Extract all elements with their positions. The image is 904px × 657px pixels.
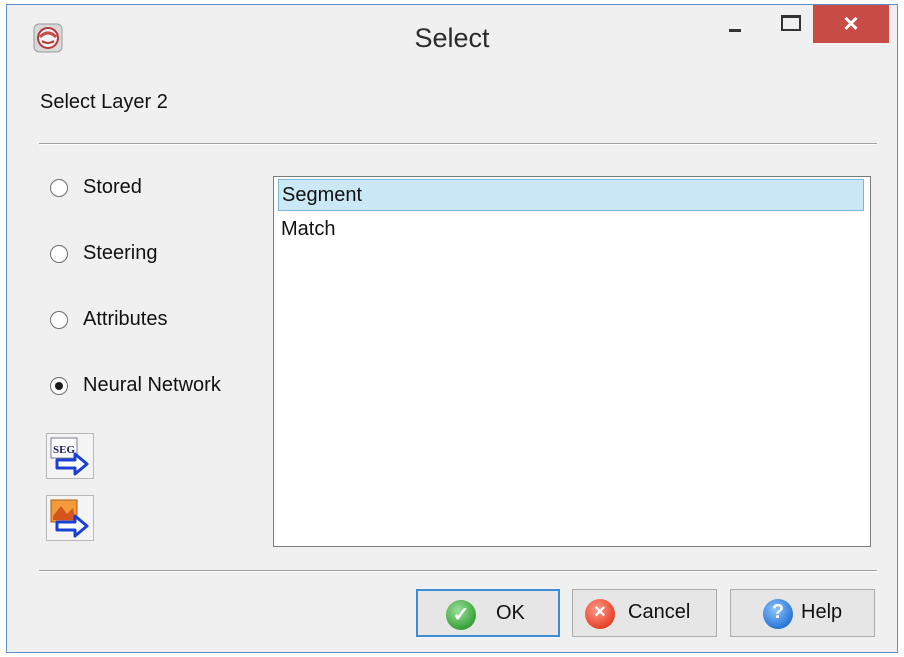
help-button[interactable]: ? Help bbox=[730, 589, 875, 637]
radio-button[interactable] bbox=[50, 377, 68, 395]
help-label: Help bbox=[801, 601, 843, 623]
cancel-icon: × bbox=[585, 599, 615, 629]
maximize-button[interactable] bbox=[767, 5, 817, 41]
layer-listbox[interactable]: Segment Match bbox=[273, 176, 871, 547]
radio-button[interactable] bbox=[50, 311, 68, 329]
help-icon: ? bbox=[763, 599, 793, 629]
radio-button[interactable] bbox=[50, 179, 68, 197]
minimize-button[interactable] bbox=[713, 5, 759, 41]
dialog-content: Select Layer 2 Stored Steering Attribute… bbox=[7, 69, 897, 652]
top-divider bbox=[39, 143, 877, 145]
radio-label: Steering bbox=[83, 242, 158, 264]
bottom-divider bbox=[39, 570, 877, 572]
radio-button[interactable] bbox=[50, 245, 68, 263]
radio-label: Attributes bbox=[83, 308, 168, 330]
window-title: Select bbox=[414, 23, 490, 53]
ok-button[interactable]: ✓ OK bbox=[416, 589, 560, 637]
close-button[interactable]: × bbox=[813, 5, 889, 43]
seg-arrow-icon: SEG bbox=[50, 437, 89, 476]
image-arrow-icon bbox=[50, 499, 89, 538]
seg-label: SEG bbox=[53, 444, 75, 456]
list-item[interactable]: Match bbox=[278, 213, 864, 245]
close-icon: × bbox=[843, 8, 859, 38]
ok-label: OK bbox=[496, 602, 525, 624]
radio-label: Stored bbox=[83, 176, 142, 198]
select-dialog: Select × Select Layer 2 Stored Steering … bbox=[6, 4, 898, 653]
seg-import-button[interactable]: SEG bbox=[46, 433, 94, 479]
image-import-button[interactable] bbox=[46, 495, 94, 541]
list-item[interactable]: Segment bbox=[278, 179, 864, 211]
check-icon: ✓ bbox=[446, 600, 476, 630]
title-bar[interactable]: Select × bbox=[7, 5, 897, 69]
cancel-button[interactable]: × Cancel bbox=[572, 589, 717, 637]
cancel-label: Cancel bbox=[628, 601, 691, 623]
radio-label: Neural Network bbox=[83, 374, 221, 396]
dialog-heading: Select Layer 2 bbox=[40, 91, 168, 113]
